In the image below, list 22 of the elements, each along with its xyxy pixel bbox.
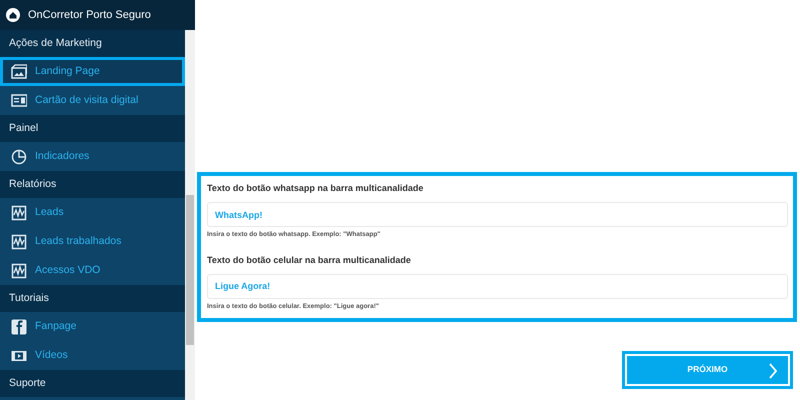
sidebar-section-title: Ações de Marketing [0, 30, 185, 57]
field-label: Texto do botão whatsapp na barra multicanalidade [207, 182, 424, 195]
facebook-icon [11, 318, 27, 334]
line-chart-icon [11, 262, 27, 278]
app-title: OnCorretor Porto Seguro [28, 8, 151, 23]
home-icon[interactable] [6, 8, 20, 22]
line-chart-icon [11, 204, 27, 220]
next-button[interactable]: PRÓXIMO [622, 350, 793, 388]
sidebar-section-title: Suporte [0, 370, 185, 397]
landing-page-icon [11, 64, 27, 80]
pie-chart-icon [11, 148, 27, 164]
sidebar-section-title: Relatórios [0, 171, 185, 198]
text-input-field[interactable]: WhatsApp! [207, 202, 788, 227]
sidebar-section-title: Tutoriais [0, 285, 185, 312]
chevron-right-icon [768, 362, 778, 378]
field-label: Texto do botão celular na barra multicanalidade [207, 254, 412, 267]
scrollbar[interactable] [185, 30, 195, 400]
id-card-icon [11, 92, 27, 108]
text-input-field[interactable]: Ligue Agora! [207, 274, 788, 299]
sidebar-item[interactable]: Landing Page [0, 57, 185, 86]
line-chart-icon [11, 234, 27, 250]
sidebar-section-title: Painel [0, 115, 185, 142]
